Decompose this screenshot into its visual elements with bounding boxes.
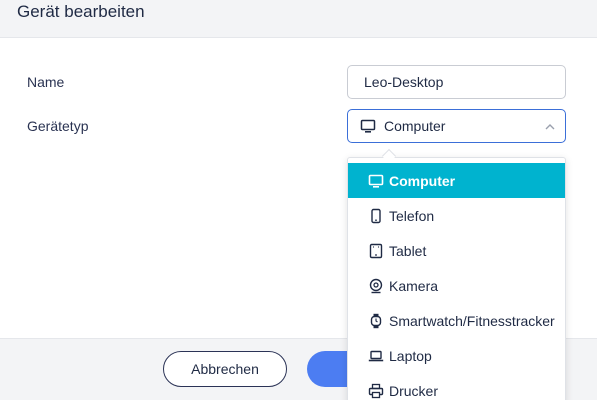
option-tablet[interactable]: Tablet xyxy=(348,233,565,268)
dialog-title: Gerät bearbeiten xyxy=(17,2,145,21)
chevron-up-icon xyxy=(543,120,557,134)
device-type-label: Gerätetyp xyxy=(27,118,89,134)
monitor-icon xyxy=(360,118,376,134)
option-label: Tablet xyxy=(389,242,427,259)
printer-icon xyxy=(368,383,384,399)
device-type-dropdown: Computer Telefon Tablet Kamera Smartwatc… xyxy=(347,157,566,400)
monitor-icon xyxy=(368,173,384,189)
cancel-button[interactable]: Abbrechen xyxy=(163,351,287,387)
phone-icon xyxy=(368,208,384,224)
device-type-value: Computer xyxy=(384,118,446,134)
option-computer[interactable]: Computer xyxy=(348,163,565,198)
device-type-select[interactable]: Computer xyxy=(347,109,566,143)
option-label: Computer xyxy=(389,172,456,189)
option-label: Laptop xyxy=(389,347,432,364)
option-smartwatch[interactable]: Smartwatch/Fitnesstracker xyxy=(348,303,565,338)
option-label: Telefon xyxy=(389,207,435,224)
dialog-header: Gerät bearbeiten xyxy=(0,0,597,38)
edit-device-dialog: Gerät bearbeiten Name Gerätetyp Computer… xyxy=(0,0,597,400)
option-laptop[interactable]: Laptop xyxy=(348,338,565,373)
watch-icon xyxy=(368,313,384,329)
laptop-icon xyxy=(368,348,384,364)
name-field[interactable] xyxy=(347,65,566,99)
option-telefon[interactable]: Telefon xyxy=(348,198,565,233)
option-kamera[interactable]: Kamera xyxy=(348,268,565,303)
option-label: Drucker xyxy=(389,382,439,399)
camera-icon xyxy=(368,278,384,294)
dropdown-list: Computer Telefon Tablet Kamera Smartwatc… xyxy=(348,163,565,400)
tablet-icon xyxy=(368,243,384,259)
name-label: Name xyxy=(27,74,65,90)
option-drucker[interactable]: Drucker xyxy=(348,373,565,400)
option-label: Kamera xyxy=(389,277,439,294)
option-label: Smartwatch/Fitnesstracker xyxy=(389,312,555,329)
